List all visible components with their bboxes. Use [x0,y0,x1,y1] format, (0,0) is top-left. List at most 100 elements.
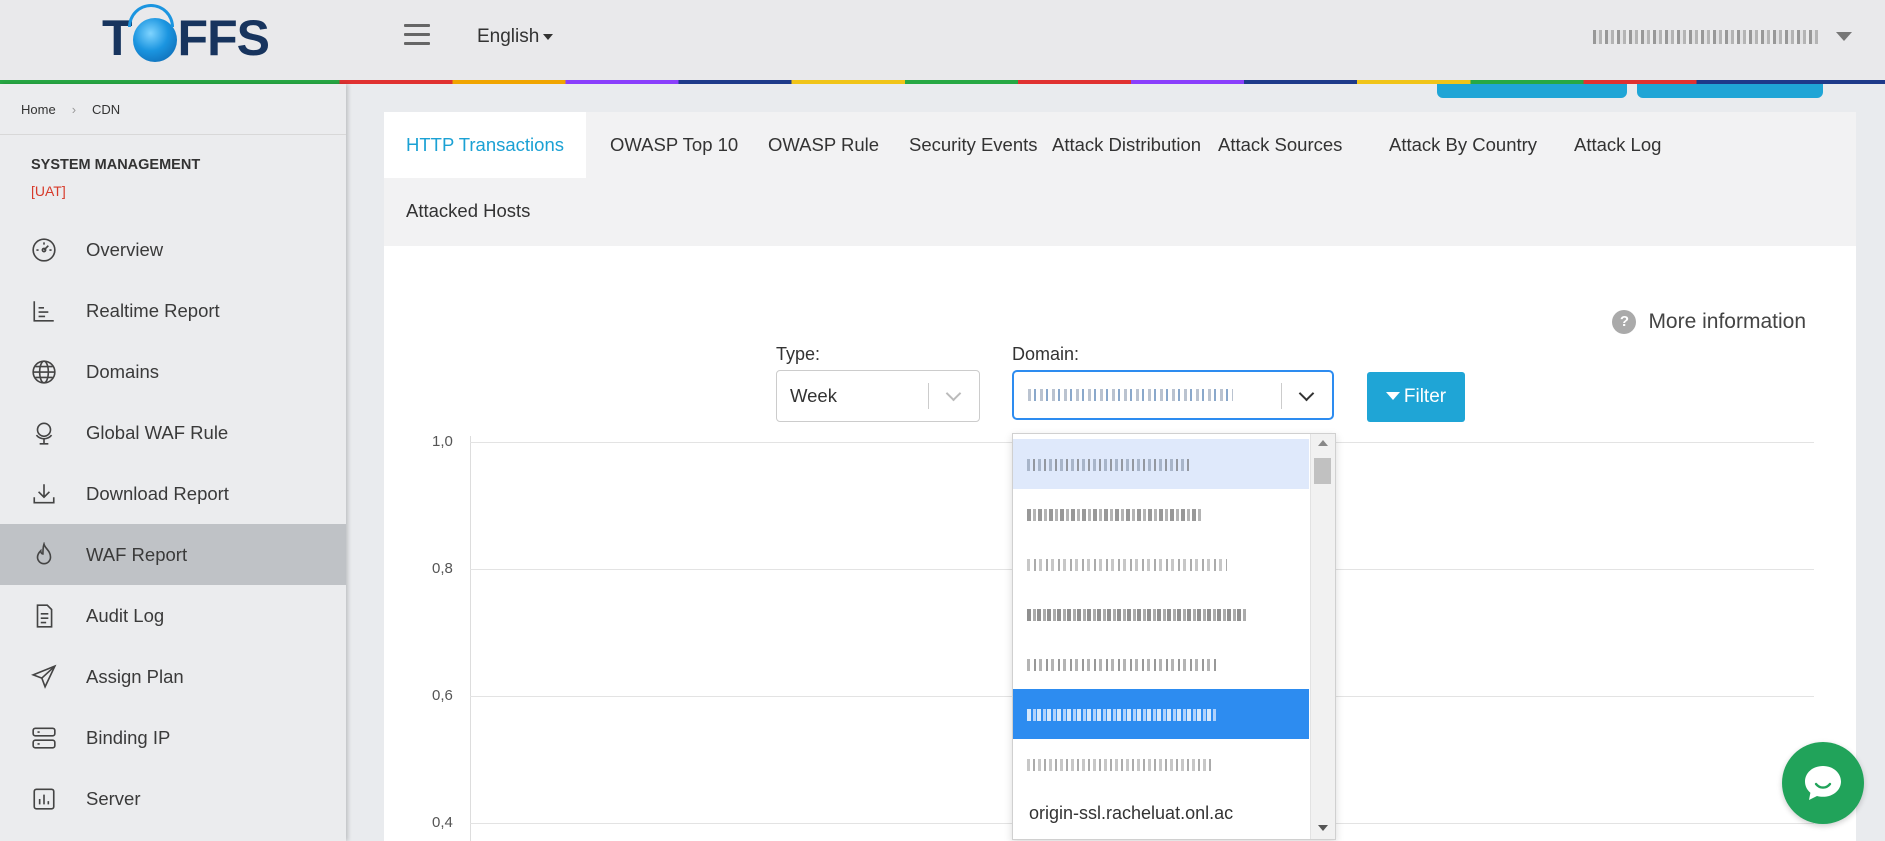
sidebar-menu: Overview Realtime Report Domains Global … [0,219,346,829]
type-label: Type: [776,344,821,364]
flame-icon [31,541,57,568]
y-tick-label: 1,0 [432,433,453,450]
y-tick-label: 0,8 [432,560,453,577]
tab-attack-by-country[interactable]: Attack By Country [1367,112,1559,178]
sidebar-item-overview[interactable]: Overview [0,219,346,280]
domain-option[interactable] [1013,739,1309,789]
y-tick-label: 0,6 [432,687,453,704]
select-divider [928,383,929,409]
domain-option-text [1027,609,1247,621]
sidebar-item-download-report[interactable]: Download Report [0,463,346,524]
domain-select-value [1028,389,1233,401]
download-icon [31,481,57,507]
domain-option[interactable] [1013,589,1309,639]
sidebar-item-waf-report[interactable]: WAF Report [0,524,346,585]
toffs-logo[interactable]: T FFS [102,4,270,70]
breadcrumb: Home › CDN [0,84,346,135]
user-menu-caret-icon[interactable] [1836,32,1852,41]
scroll-up-arrow-icon[interactable] [1318,440,1328,446]
tab-attacked-hosts[interactable]: Attacked Hosts [384,178,552,244]
environment-badge: [UAT] [31,183,66,199]
domain-option-text [1027,659,1217,671]
server-chart-icon [31,786,57,812]
sidebar-item-global-waf-rule[interactable]: Global WAF Rule [0,402,346,463]
sidebar-item-label: Realtime Report [86,299,220,321]
domain-option-text [1027,559,1227,571]
sidebar-item-label: Download Report [86,482,229,504]
caret-down-icon [543,33,554,40]
server-rack-icon [31,725,57,751]
action-button-2[interactable] [1637,84,1823,98]
chevron-right-icon: › [71,101,77,117]
section-title: SYSTEM MANAGEMENT [31,157,201,173]
type-select-value: Week [790,385,837,406]
menu-toggle-icon[interactable] [404,24,430,46]
domain-option-text [1027,759,1212,771]
report-tabs: HTTP Transactions OWASP Top 10 OWASP Rul… [384,112,1856,246]
language-label: English [477,26,540,47]
domain-option[interactable] [1013,639,1309,689]
action-button-1[interactable] [1437,84,1627,98]
scroll-down-arrow-icon[interactable] [1318,825,1328,831]
domain-option[interactable] [1013,439,1309,489]
top-header: T FFS English [0,0,1885,81]
chevron-down-icon [945,385,962,402]
more-information-link[interactable]: ? More information [1612,310,1806,334]
chat-widget-button[interactable] [1782,742,1864,824]
domain-option-text [1027,459,1192,471]
domain-options-list[interactable]: origin-ssl.racheluat.onl.ac [1012,433,1336,840]
y-tick-label: 0,4 [432,814,453,831]
language-dropdown[interactable]: English [477,26,554,48]
tab-http-transactions[interactable]: HTTP Transactions [384,112,586,178]
filter-funnel-icon [1385,392,1400,400]
sidebar-item-label: Global WAF Rule [86,421,229,443]
dashboard-gauge-icon [31,237,57,263]
sidebar-item-label: Binding IP [86,726,171,748]
domain-option[interactable]: origin-ssl.racheluat.onl.ac [1013,789,1309,839]
type-select[interactable]: Week [776,370,980,422]
sidebar-item-label: WAF Report [86,543,188,565]
breadcrumb-home[interactable]: Home [21,102,56,117]
sidebar: Home › CDN SYSTEM MANAGEMENT [UAT] Overv… [0,84,346,841]
filter-button[interactable]: Filter [1367,372,1465,422]
sidebar-item-realtime-report[interactable]: Realtime Report [0,280,346,341]
chart-y-axis [470,436,471,841]
paper-plane-icon [31,664,57,690]
tab-attack-sources[interactable]: Attack Sources [1196,112,1364,178]
chat-bubble-icon [1805,766,1841,800]
sidebar-item-binding-ip[interactable]: Binding IP [0,707,346,768]
domain-option-selected[interactable] [1013,689,1309,739]
document-icon [31,603,57,629]
domain-option[interactable] [1013,489,1309,539]
bar-chart-icon [31,298,57,324]
domain-option-text [1027,709,1217,721]
sidebar-item-label: Audit Log [86,604,165,626]
sidebar-item-label: Assign Plan [86,665,184,687]
tab-attack-log[interactable]: Attack Log [1552,112,1683,178]
sidebar-item-assign-plan[interactable]: Assign Plan [0,646,346,707]
question-icon: ? [1612,310,1637,334]
breadcrumb-current: CDN [92,101,121,117]
globe-icon [31,359,57,385]
sidebar-item-label: Overview [86,238,164,260]
tab-owasp-rule[interactable]: OWASP Rule [746,112,901,178]
user-name[interactable] [1593,30,1818,44]
chevron-down-icon [1298,385,1315,402]
sidebar-item-label: Domains [86,360,159,382]
scroll-thumb[interactable] [1314,458,1331,484]
globe-stand-icon [31,420,57,446]
domain-option[interactable] [1013,539,1309,589]
sidebar-item-server[interactable]: Server [0,768,346,829]
sidebar-item-audit-log[interactable]: Audit Log [0,585,346,646]
filter-button-label: Filter [1403,386,1447,407]
domain-select[interactable] [1012,370,1334,420]
domain-label: Domain: [1012,344,1080,364]
tab-attack-distribution[interactable]: Attack Distribution [1030,112,1223,178]
tab-owasp-top-10[interactable]: OWASP Top 10 [588,112,760,178]
sidebar-item-domains[interactable]: Domains [0,341,346,402]
dropdown-scrollbar[interactable] [1310,434,1335,839]
select-divider [1281,383,1282,409]
domain-option-text: origin-ssl.racheluat.onl.ac [1029,803,1234,823]
more-information-label: More information [1648,310,1806,333]
domain-option-text [1027,509,1202,521]
